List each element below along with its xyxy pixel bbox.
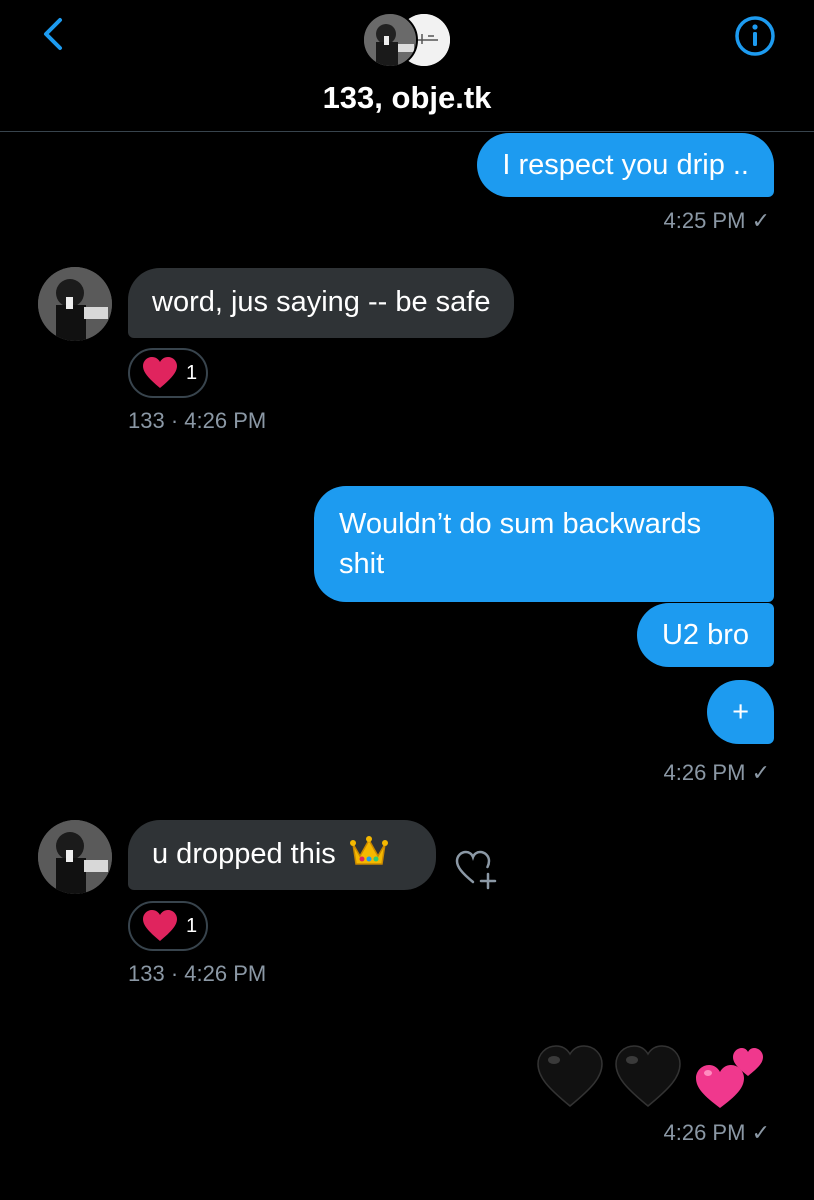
- outgoing-message[interactable]: +: [707, 680, 774, 744]
- message-timestamp: 4:26 PM ✓: [664, 760, 771, 786]
- red-heart-icon: [143, 357, 177, 388]
- two-hearts-icon: [696, 1048, 763, 1108]
- black-heart-icon: [537, 1045, 603, 1107]
- outgoing-message[interactable]: Wouldn’t do sum backwards shit: [314, 486, 774, 602]
- conversation-header: 133, obje.tk: [0, 0, 814, 132]
- info-icon: [735, 16, 775, 56]
- outgoing-message[interactable]: I respect you drip ..: [477, 133, 774, 197]
- info-button[interactable]: [733, 14, 777, 58]
- add-reaction-button[interactable]: [455, 848, 501, 892]
- sent-check-icon: ✓: [751, 208, 770, 233]
- back-button[interactable]: [34, 14, 74, 54]
- crown-icon: [349, 836, 388, 865]
- emoji-message[interactable]: [536, 1040, 768, 1112]
- sender-avatar[interactable]: [38, 267, 112, 341]
- red-heart-icon: [143, 910, 177, 941]
- conversation-title: 133, obje.tk: [322, 80, 492, 115]
- timestamp-text: 4:25 PM: [663, 208, 746, 233]
- conversation-avatars[interactable]: [362, 10, 454, 68]
- black-heart-icon: [615, 1045, 681, 1107]
- reaction-badge[interactable]: 1: [128, 901, 208, 951]
- message-text: u dropped this: [152, 838, 336, 870]
- incoming-message[interactable]: u dropped this: [128, 820, 436, 890]
- timestamp-text: 4:26 PM: [663, 1120, 746, 1145]
- incoming-message[interactable]: word, jus saying -- be safe: [128, 268, 515, 338]
- chevron-left-icon: [44, 18, 62, 50]
- sender-avatar[interactable]: [38, 820, 112, 894]
- sent-check-icon: ✓: [751, 760, 770, 785]
- reaction-badge[interactable]: 1: [128, 348, 208, 398]
- reaction-count: 1: [186, 362, 198, 384]
- message-timestamp: 4:25 PM ✓: [664, 208, 771, 234]
- message-meta: 133 · 4:26 PM: [128, 408, 267, 433]
- avatar: [362, 12, 418, 68]
- message-timestamp: 4:26 PM ✓: [664, 1120, 771, 1146]
- message-meta: 133 · 4:26 PM: [128, 961, 267, 986]
- heart-plus-icon: [455, 850, 497, 890]
- reaction-count: 1: [186, 915, 198, 937]
- outgoing-message[interactable]: U2 bro: [636, 603, 774, 667]
- sent-check-icon: ✓: [751, 1120, 770, 1145]
- timestamp-text: 4:26 PM: [663, 760, 746, 785]
